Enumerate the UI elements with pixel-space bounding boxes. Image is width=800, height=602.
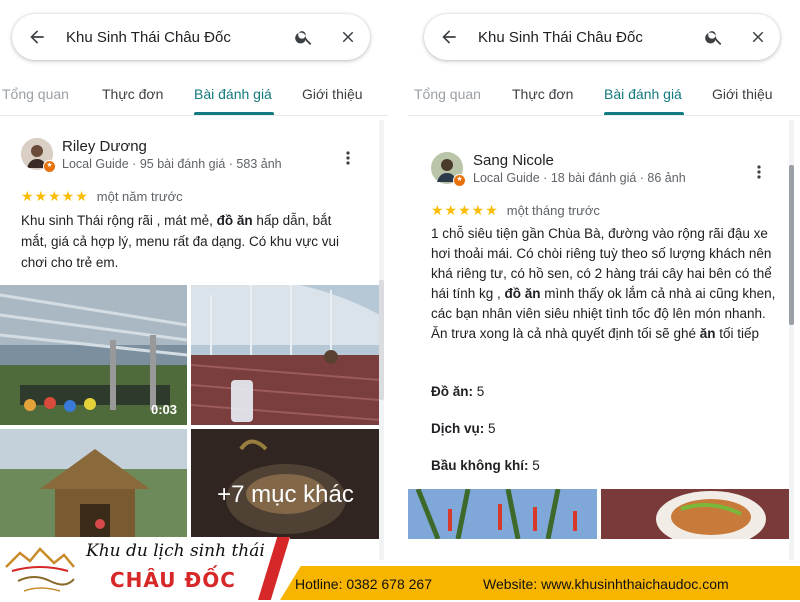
review-time: một năm trước (96, 189, 183, 204)
attribute-service: Dịch vụ: 5 (431, 421, 496, 436)
review-photo[interactable] (601, 489, 793, 539)
avatar[interactable]: ★ (431, 152, 466, 187)
banner-tagline: Khu du lịch sinh thái (86, 541, 265, 561)
tab-overview[interactable]: Tổng quan (414, 74, 494, 115)
scrollbar[interactable] (379, 120, 384, 560)
close-icon[interactable] (326, 14, 370, 60)
scrollbar[interactable] (789, 120, 794, 560)
search-bar[interactable]: Khu Sinh Thái Châu Đốc (12, 14, 370, 60)
tab-menu[interactable]: Thực đơn (512, 74, 584, 115)
search-icon[interactable] (692, 14, 736, 60)
local-guide-badge-icon: ★ (43, 160, 56, 173)
more-options-icon[interactable] (749, 162, 769, 182)
avatar[interactable]: ★ (21, 138, 56, 173)
reviewer-meta: Local Guide · 18 bài đánh giá · 86 ảnh (473, 171, 686, 185)
review-text: Khu sinh Thái rộng rãi , mát mẻ, đồ ăn h… (21, 213, 340, 270)
tab-overview[interactable]: Tổng quan (2, 74, 82, 115)
place-tabs: Tổng quan Thực đơn Bài đánh giá Giới thi… (408, 74, 800, 116)
place-tabs: Tổng quan Thực đơn Bài đánh giá Giới thi… (0, 74, 388, 116)
attribute-food: Đồ ăn: 5 (431, 384, 485, 399)
back-arrow-icon[interactable] (12, 14, 62, 60)
tab-about[interactable]: Giới thiệu (302, 74, 366, 115)
banner-website[interactable]: Website: www.khusinhthaichaudoc.com (483, 576, 729, 592)
left-maps-panel: Khu Sinh Thái Châu Đốc Tổng quan Thực đơ… (0, 0, 388, 600)
tab-menu[interactable]: Thực đơn (102, 74, 174, 115)
video-duration: 0:03 (150, 402, 177, 417)
tab-reviews[interactable]: Bài đánh giá (604, 74, 684, 115)
banner-title: CHÂU ĐỐC (110, 568, 236, 592)
local-guide-badge-icon: ★ (453, 174, 466, 187)
review-card: ★ Riley Dương Local Guide · 95 bài đánh … (0, 138, 388, 270)
star-rating: ★★★★★ (431, 202, 499, 218)
tab-reviews[interactable]: Bài đánh giá (194, 74, 274, 115)
attribute-atmosphere: Bầu không khí: 5 (431, 458, 540, 473)
right-maps-panel: Khu Sinh Thái Châu Đốc Tổng quan Thực đơ… (408, 0, 800, 600)
search-query[interactable]: Khu Sinh Thái Châu Đốc (62, 29, 282, 46)
tab-about[interactable]: Giới thiệu (712, 74, 776, 115)
panel-divider (388, 0, 408, 600)
review-video-thumbnail[interactable]: 0:03 (0, 285, 187, 425)
close-icon[interactable] (736, 14, 780, 60)
search-icon[interactable] (282, 14, 326, 60)
review-photo[interactable] (408, 489, 597, 539)
reviewer-name[interactable]: Riley Dương (62, 138, 282, 155)
search-bar[interactable]: Khu Sinh Thái Châu Đốc (424, 14, 780, 60)
review-text: 1 chỗ siêu tiện gần Chùa Bà, đường vào r… (431, 226, 776, 341)
review-photo[interactable] (0, 429, 187, 539)
reviewer-name[interactable]: Sang Nicole (473, 152, 686, 169)
back-arrow-icon[interactable] (424, 14, 474, 60)
more-photos-count: +7 mục khác (217, 481, 354, 508)
review-time: một tháng trước (506, 203, 600, 218)
brand-logo (4, 545, 76, 597)
banner-hotline[interactable]: Hotline: 0382 678 267 (295, 576, 432, 592)
star-rating: ★★★★★ (21, 188, 89, 204)
search-query[interactable]: Khu Sinh Thái Châu Đốc (474, 29, 692, 46)
review-card: ★ Sang Nicole Local Guide · 18 bài đánh … (408, 152, 800, 473)
more-photos-tile[interactable]: +7 mục khác (191, 429, 380, 539)
promo-banner: Khu du lịch sinh thái CHÂU ĐỐC Hotline: … (0, 537, 800, 600)
reviewer-meta: Local Guide · 95 bài đánh giá · 583 ảnh (62, 157, 282, 171)
more-options-icon[interactable] (338, 148, 358, 168)
review-photo[interactable] (191, 285, 380, 425)
